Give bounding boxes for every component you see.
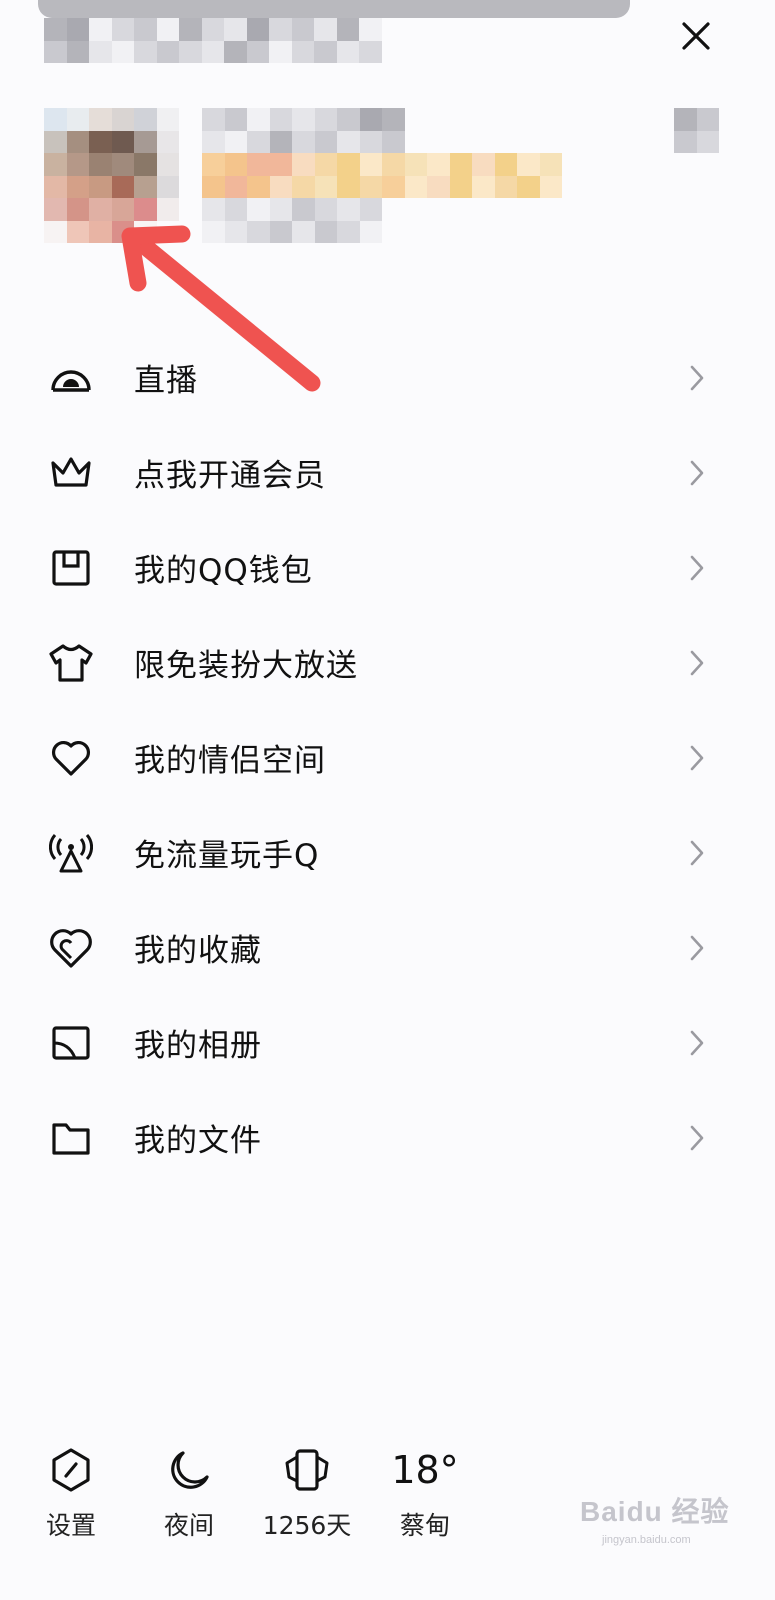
menu-label: 限免装扮大放送 — [134, 648, 358, 684]
top-status-bar — [38, 0, 630, 18]
menu-item-vip[interactable]: 点我开通会员 — [0, 425, 775, 520]
settings-button[interactable]: 设置 — [16, 1440, 126, 1542]
signal-tower-icon — [46, 828, 96, 878]
menu-label: 我的相册 — [134, 1028, 262, 1064]
chevron-right-icon — [685, 838, 709, 868]
menu-label: 我的文件 — [134, 1123, 262, 1159]
close-icon — [682, 22, 710, 50]
chevron-right-icon — [685, 458, 709, 488]
avatar[interactable] — [44, 108, 179, 243]
chevron-right-icon — [685, 553, 709, 583]
days-badge-button[interactable]: 1256天 — [252, 1440, 362, 1542]
temperature: 18° — [391, 1448, 459, 1492]
chevron-right-icon — [685, 743, 709, 773]
folder-icon — [46, 1113, 96, 1163]
menu-label: 点我开通会员 — [134, 458, 326, 494]
menu-item-couple-space[interactable]: 我的情侣空间 — [0, 710, 775, 805]
heart-icon — [46, 733, 96, 783]
menu-label: 我的QQ钱包 — [134, 553, 313, 589]
menu-label: 我的情侣空间 — [134, 743, 326, 779]
album-icon — [46, 1018, 96, 1068]
favorite-icon — [46, 923, 96, 973]
pixelated-profile-badge[interactable] — [674, 108, 719, 153]
menu-label: 直播 — [134, 363, 198, 399]
wallet-icon — [46, 543, 96, 593]
chevron-right-icon — [685, 1028, 709, 1058]
menu-list: 直播 点我开通会员 我的QQ钱包 限免装扮大放送 我的情侣空间 免流量玩手Q 我… — [0, 330, 775, 1185]
menu-item-files[interactable]: 我的文件 — [0, 1090, 775, 1185]
weather-location-label: 蔡甸 — [399, 1511, 450, 1540]
pixelated-profile-info[interactable] — [202, 108, 562, 243]
chevron-right-icon — [685, 648, 709, 678]
watermark-logo: Baidu 经验 — [580, 1496, 730, 1527]
chevron-right-icon — [685, 933, 709, 963]
moon-icon — [164, 1440, 214, 1500]
watermark-url: jingyan.baidu.com — [602, 1534, 691, 1546]
menu-label: 我的收藏 — [134, 933, 262, 969]
settings-icon — [46, 1440, 96, 1500]
days-label: 1256天 — [262, 1511, 352, 1540]
night-mode-button[interactable]: 夜间 — [134, 1440, 244, 1542]
chevron-right-icon — [685, 1123, 709, 1153]
settings-label: 设置 — [45, 1511, 96, 1540]
menu-item-free-data[interactable]: 免流量玩手Q — [0, 805, 775, 900]
tshirt-icon — [46, 638, 96, 688]
weather-button[interactable]: 18° 蔡甸 — [370, 1440, 480, 1542]
menu-label: 免流量玩手Q — [134, 838, 320, 874]
menu-item-album[interactable]: 我的相册 — [0, 995, 775, 1090]
watermark: Baidu 经验 jingyan.baidu.com — [580, 1490, 760, 1560]
menu-item-favorites[interactable]: 我的收藏 — [0, 900, 775, 995]
badge-icon — [282, 1440, 332, 1500]
close-button[interactable] — [674, 14, 718, 58]
chevron-right-icon — [685, 363, 709, 393]
crown-icon — [46, 448, 96, 498]
menu-item-live[interactable]: 直播 — [0, 330, 775, 425]
pixelated-account-name — [44, 18, 382, 63]
menu-item-wallet[interactable]: 我的QQ钱包 — [0, 520, 775, 615]
menu-item-outfits[interactable]: 限免装扮大放送 — [0, 615, 775, 710]
live-icon — [46, 353, 96, 403]
night-mode-label: 夜间 — [163, 1511, 214, 1540]
